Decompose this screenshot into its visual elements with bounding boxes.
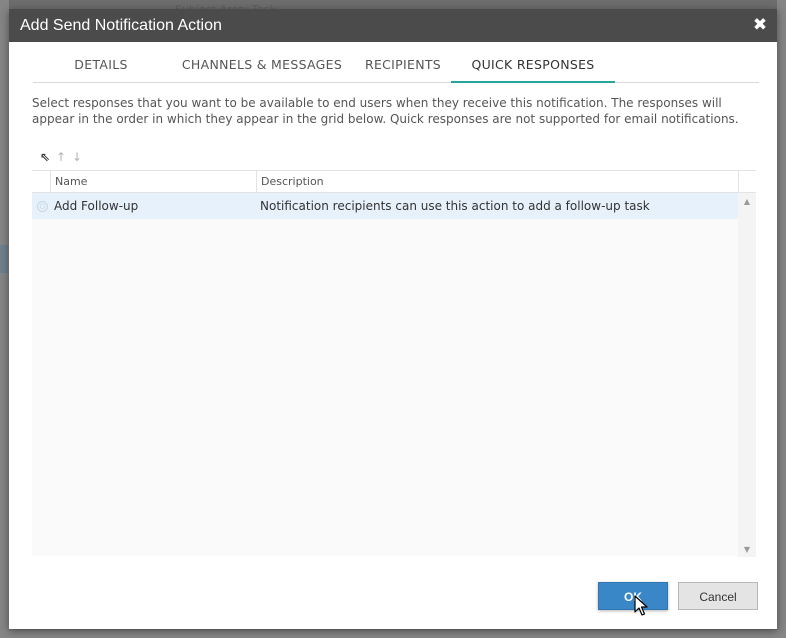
move-up-icon[interactable]: ↑ bbox=[54, 150, 68, 164]
quick-responses-description: Select responses that you want to be ava… bbox=[32, 96, 739, 126]
grid-scrollbar[interactable]: ▲ ▼ bbox=[738, 193, 756, 557]
description-column-header[interactable]: Description bbox=[256, 171, 738, 193]
cancel-button[interactable]: Cancel bbox=[678, 582, 758, 610]
send-notification-dialog: Add Send Notification Action ✖ DETAILS C… bbox=[9, 9, 777, 629]
tab-recipients[interactable]: RECIPIENTS bbox=[355, 42, 451, 83]
move-down-icon[interactable]: ↓ bbox=[70, 150, 84, 164]
row-description-cell: Notification recipients can use this act… bbox=[260, 199, 650, 213]
background-right-edge bbox=[776, 0, 786, 638]
mouse-pointer-icon bbox=[634, 595, 648, 616]
background-bottom-edge bbox=[0, 630, 786, 638]
grid-body: ○ Add Follow-up Notification recipients … bbox=[32, 193, 738, 557]
dialog-title: Add Send Notification Action bbox=[20, 17, 222, 34]
table-row[interactable]: ○ Add Follow-up Notification recipients … bbox=[32, 193, 738, 219]
scroll-up-icon[interactable]: ▲ bbox=[738, 195, 756, 209]
row-name-cell: Add Follow-up bbox=[54, 199, 139, 213]
grid-header: Name Description bbox=[32, 171, 756, 193]
close-icon[interactable]: ✖ bbox=[749, 14, 771, 36]
select-column-header bbox=[32, 171, 50, 193]
scroll-down-icon[interactable]: ▼ bbox=[738, 543, 756, 557]
dialog-titlebar: Add Send Notification Action ✖ bbox=[9, 9, 777, 42]
tab-quick-responses[interactable]: QUICK RESPONSES bbox=[451, 42, 615, 83]
ok-button[interactable]: OK bbox=[598, 582, 668, 610]
tab-details[interactable]: DETAILS bbox=[33, 42, 169, 83]
dialog-tabs: DETAILS CHANNELS & MESSAGES RECIPIENTS Q… bbox=[33, 42, 759, 83]
scroll-column-header bbox=[738, 171, 756, 193]
tab-channels-messages[interactable]: CHANNELS & MESSAGES bbox=[169, 42, 355, 83]
name-column-header[interactable]: Name bbox=[50, 171, 256, 193]
quick-responses-grid: Name Description ○ Add Follow-up Notific… bbox=[32, 170, 756, 557]
move-to-top-icon[interactable]: ⇖ bbox=[38, 150, 52, 164]
background-left-marker bbox=[0, 245, 8, 273]
row-select-icon[interactable]: ○ bbox=[37, 201, 48, 212]
